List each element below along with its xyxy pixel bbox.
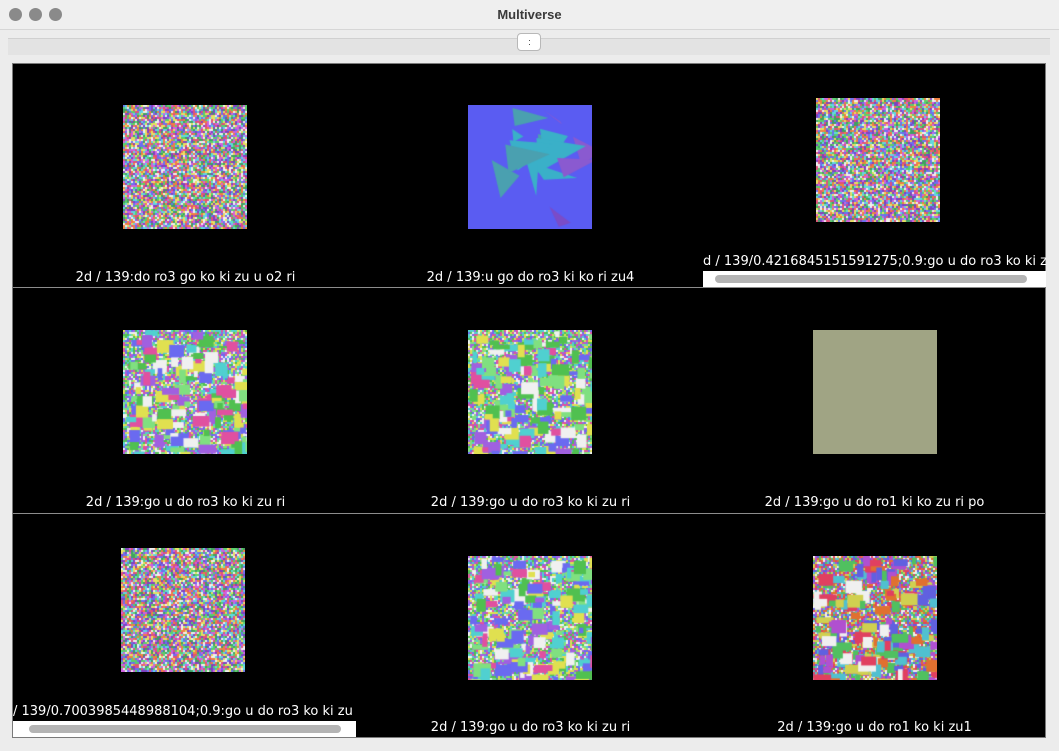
title-bar: Multiverse <box>0 0 1059 30</box>
caption-scroll-area[interactable]: / 139/0.7003985448988104;0.9:go u do ro3… <box>13 704 356 738</box>
universe-cell[interactable]: 2d / 139:do ro3 go ko ki zu u o2 ri <box>13 64 358 287</box>
scrollbar-thumb[interactable] <box>29 725 341 733</box>
universe-caption: d / 139/0.4216845151591275;0.9:go u do r… <box>703 254 1046 269</box>
universe-grid: 2d / 139:do ro3 go ko ki zu u o2 ri 2d /… <box>12 63 1046 738</box>
horizontal-scrollbar[interactable] <box>13 721 356 737</box>
app-window: Multiverse 2d / 139:do ro3 go ko ki zu u… <box>0 0 1059 751</box>
horizontal-scrollbar[interactable] <box>703 271 1046 287</box>
universe-caption: / 139/0.7003985448988104;0.9:go u do ro3… <box>13 704 353 719</box>
universe-thumbnail[interactable] <box>123 330 247 454</box>
universe-thumbnail[interactable] <box>121 548 245 672</box>
universe-cell[interactable]: 2d / 139:u go do ro3 ki ko ri zu4 <box>358 64 703 287</box>
universe-caption: 2d / 139:do ro3 go ko ki zu u o2 ri <box>75 270 296 285</box>
window-title: Multiverse <box>497 7 562 22</box>
universe-thumbnail[interactable] <box>813 330 937 454</box>
universe-thumbnail[interactable] <box>816 98 940 222</box>
universe-caption: 2d / 139:go u do ro1 ko ki zu1 <box>777 720 972 735</box>
universe-cell[interactable]: d / 139/0.4216845151591275;0.9:go u do r… <box>703 64 1046 287</box>
universe-cell[interactable]: 2d / 139:go u do ro3 ko ki zu ri <box>358 288 703 513</box>
universe-cell[interactable]: 2d / 139:go u do ro1 ki ko zu ri po <box>703 288 1046 513</box>
universe-thumbnail[interactable] <box>123 105 247 229</box>
universe-cell[interactable]: 2d / 139:go u do ro1 ko ki zu1 <box>703 514 1046 738</box>
universe-thumbnail[interactable] <box>468 105 592 229</box>
universe-caption: 2d / 139:go u do ro3 ko ki zu ri <box>430 720 631 735</box>
universe-cell[interactable]: / 139/0.7003985448988104;0.9:go u do ro3… <box>13 514 358 738</box>
universe-caption: 2d / 139:u go do ro3 ki ko ri zu4 <box>426 270 635 285</box>
universe-caption: 2d / 139:go u do ro3 ko ki zu ri <box>85 495 286 510</box>
universe-caption: 2d / 139:go u do ro3 ko ki zu ri <box>430 495 631 510</box>
universe-thumbnail[interactable] <box>813 556 937 680</box>
universe-thumbnail[interactable] <box>468 330 592 454</box>
scrollbar-thumb[interactable] <box>715 275 1027 283</box>
caption-scroll-area[interactable]: d / 139/0.4216845151591275;0.9:go u do r… <box>703 254 1046 287</box>
universe-caption: 2d / 139:go u do ro1 ki ko zu ri po <box>764 495 985 510</box>
grip-icon <box>529 40 530 41</box>
universe-thumbnail[interactable] <box>468 556 592 680</box>
split-view-handle[interactable] <box>517 33 541 51</box>
universe-cell[interactable]: 2d / 139:go u do ro3 ko ki zu ri <box>13 288 358 513</box>
universe-cell[interactable]: 2d / 139:go u do ro3 ko ki zu ri <box>358 514 703 738</box>
